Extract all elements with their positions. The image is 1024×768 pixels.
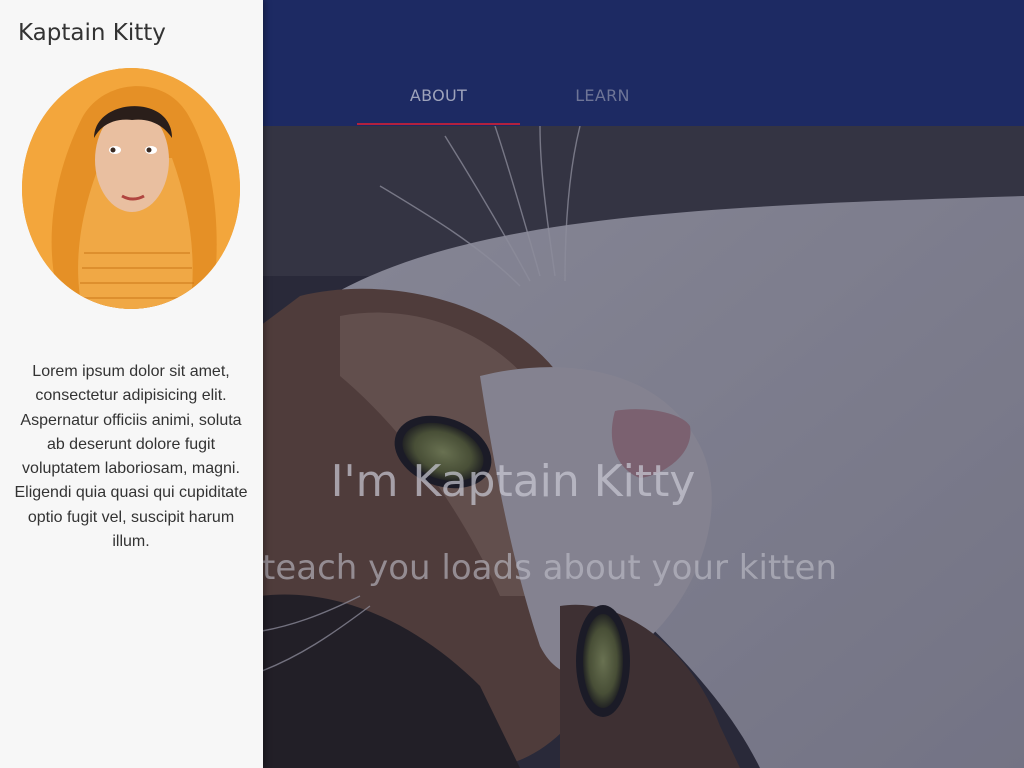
hero-subtitle: teach you loads about your kitten (262, 548, 838, 588)
hero-title: I'm Kaptain Kitty (330, 456, 696, 507)
tab-about-label: ABOUT (409, 86, 468, 105)
tab-learn[interactable]: LEARN (520, 70, 685, 126)
side-drawer: Kaptain Kitty Lorem ipsum dolor sit amet… (0, 0, 263, 768)
drawer-title: Kaptain Kitty (18, 20, 166, 46)
drawer-bio: Lorem ipsum dolor sit amet, consectetur … (14, 363, 248, 551)
tab-learn-label: LEARN (575, 86, 630, 105)
avatar-photo-icon (22, 68, 240, 309)
tab-about[interactable]: ABOUT (357, 70, 520, 126)
avatar (22, 68, 240, 309)
